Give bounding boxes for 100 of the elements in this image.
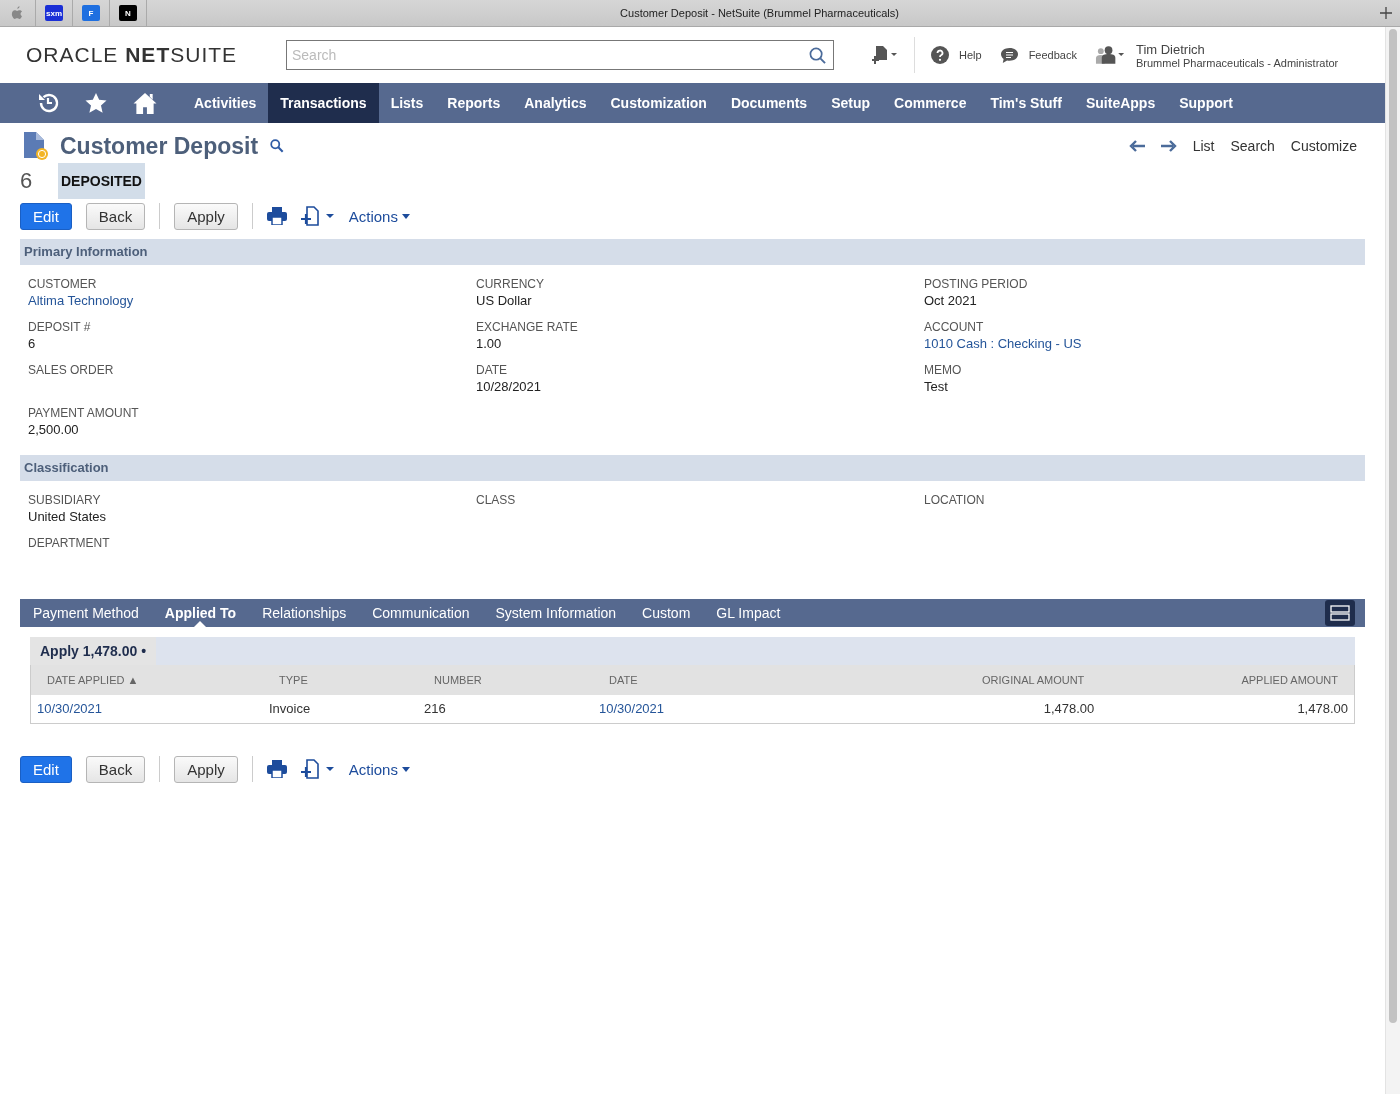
search-field[interactable]: Search [286, 40, 834, 70]
nav-menu-item[interactable]: Support [1167, 83, 1245, 123]
field-label: CUSTOMER [28, 277, 98, 291]
field-value: 1.00 [476, 336, 503, 351]
nav-menu-item[interactable]: Documents [718, 83, 820, 123]
subtab[interactable]: Communication [372, 599, 470, 627]
nav-menu-item[interactable]: Setup [819, 83, 883, 123]
header-link[interactable]: Search [1230, 138, 1275, 154]
caret-icon [401, 213, 410, 219]
field-label: ACCOUNT [924, 320, 985, 334]
subtab[interactable]: Custom [642, 599, 691, 627]
print-icon[interactable] [266, 207, 287, 225]
nav-menu-item[interactable]: SuiteApps [1073, 83, 1168, 123]
field-value: United States [28, 509, 108, 524]
feedback-link[interactable]: Feedback [1028, 49, 1077, 61]
pinned-tab[interactable]: F [82, 5, 100, 21]
subtab[interactable]: Applied To [164, 599, 237, 627]
field-value: Oct 2021 [924, 293, 978, 308]
new-document-icon[interactable] [300, 759, 335, 779]
nav-menu-item[interactable]: Lists [378, 83, 436, 123]
feedback-icon[interactable] [999, 46, 1019, 64]
field-value-link[interactable]: Altima Technology [28, 293, 476, 308]
record-title: Customer Deposit [60, 132, 259, 160]
nav-menu-item[interactable]: Activities [182, 83, 269, 123]
field-label: SALES ORDER [28, 363, 115, 377]
table-cell-link[interactable]: 10/30/2021 [593, 695, 847, 723]
header-link[interactable]: List [1192, 138, 1215, 154]
nav-menu-item[interactable]: Tim's Stuff [978, 83, 1074, 123]
action-button[interactable]: Edit [20, 202, 72, 230]
subtab[interactable]: GL Impact [716, 599, 781, 627]
new-record-icon[interactable] [872, 45, 898, 65]
action-button[interactable]: Apply [174, 755, 238, 783]
nav-menu-item[interactable]: Reports [435, 83, 513, 123]
actions-menu[interactable]: Actions [348, 760, 410, 778]
actions-menu[interactable]: Actions [348, 207, 410, 225]
action-button[interactable]: Back [85, 202, 146, 230]
home-icon[interactable] [132, 91, 158, 115]
back-arrow-icon[interactable] [1128, 140, 1145, 152]
field-value-link[interactable]: 1010 Cash : Checking - US [924, 336, 1357, 351]
record-number: 6 [20, 168, 34, 194]
field-label: DEPARTMENT [28, 536, 111, 550]
header-link[interactable]: Customize [1290, 138, 1357, 154]
subtab[interactable]: System Information [495, 599, 617, 627]
field-label: SUBSIDIARY [28, 493, 102, 507]
table-cell-link[interactable]: 10/30/2021 [31, 695, 263, 723]
search-icon[interactable] [270, 139, 285, 153]
table-cell-text: 1,478.00 [1296, 700, 1349, 718]
field-label: POSTING PERIOD [924, 277, 1029, 291]
column-header[interactable]: ORIGINAL AMOUNT [846, 674, 1101, 686]
field-label: MEMO [924, 363, 963, 377]
column-header[interactable]: DATE APPLIED ▲ [31, 674, 263, 686]
field-label: CLASS [476, 493, 517, 507]
field-value: 6 [28, 336, 37, 351]
action-button[interactable]: Apply [174, 202, 238, 230]
field-value: US Dollar [476, 293, 533, 308]
column-header[interactable]: DATE [593, 674, 847, 686]
window-title: Customer Deposit - NetSuite (Brummel Pharmaceuticals) [146, 0, 1372, 26]
column-header[interactable]: TYPE [263, 674, 418, 686]
pinned-tab[interactable]: N [119, 5, 137, 21]
nav-menu-item[interactable]: Customization [598, 83, 719, 123]
user-name[interactable]: Tim Dietrich [1135, 41, 1339, 57]
table-cell-text: 1,478.00 [1042, 700, 1096, 718]
scrollbar[interactable] [1385, 27, 1400, 1094]
nav-menu-item[interactable]: Commerce [882, 83, 979, 123]
subtab[interactable]: Payment Method [33, 599, 139, 627]
new-tab-plus-icon[interactable] [1380, 7, 1392, 19]
field-label: DEPOSIT # [28, 320, 92, 334]
action-button[interactable]: Back [85, 755, 146, 783]
action-button[interactable]: Edit [20, 755, 72, 783]
field-value: Test [924, 379, 949, 394]
nav-menu-item[interactable]: Analytics [512, 83, 599, 123]
caret-icon [401, 766, 410, 772]
star-icon[interactable] [84, 91, 108, 115]
field-label: PAYMENT AMOUNT [28, 406, 140, 420]
field-label: CURRENCY [476, 277, 545, 291]
layout-toggle-icon[interactable] [1325, 600, 1355, 626]
print-icon[interactable] [266, 760, 287, 778]
user-role[interactable]: Brummel Pharmaceuticals - Administrator [1135, 56, 1339, 69]
forward-arrow-icon[interactable] [1160, 140, 1177, 152]
column-header[interactable]: APPLIED AMOUNT [1100, 674, 1354, 686]
subtab[interactable]: Relationships [262, 599, 347, 627]
section-header: Classification [20, 455, 1365, 481]
field-value: 10/28/2021 [476, 379, 543, 394]
logo[interactable]: ORACLE NETSUITE [26, 43, 286, 67]
table-cell-text: Invoice [268, 700, 312, 718]
table-cell-text: 216 [423, 700, 447, 718]
pinned-tab[interactable]: sxm [45, 5, 63, 21]
help-link[interactable]: Help [959, 49, 982, 61]
status-badge: DEPOSITED [58, 163, 145, 199]
new-document-icon[interactable] [300, 206, 335, 226]
nav-menu-item[interactable]: Transactions [268, 83, 379, 123]
section-header: Primary Information [20, 239, 1365, 265]
apply-tab[interactable]: Apply 1,478.00 • [30, 637, 157, 665]
history-icon[interactable] [36, 91, 60, 115]
search-icon[interactable] [809, 47, 826, 64]
help-icon[interactable] [931, 46, 949, 64]
column-header[interactable]: NUMBER [418, 674, 593, 686]
users-icon[interactable] [1094, 45, 1126, 65]
deposit-document-icon [24, 132, 48, 160]
field-label: DATE [476, 363, 509, 377]
